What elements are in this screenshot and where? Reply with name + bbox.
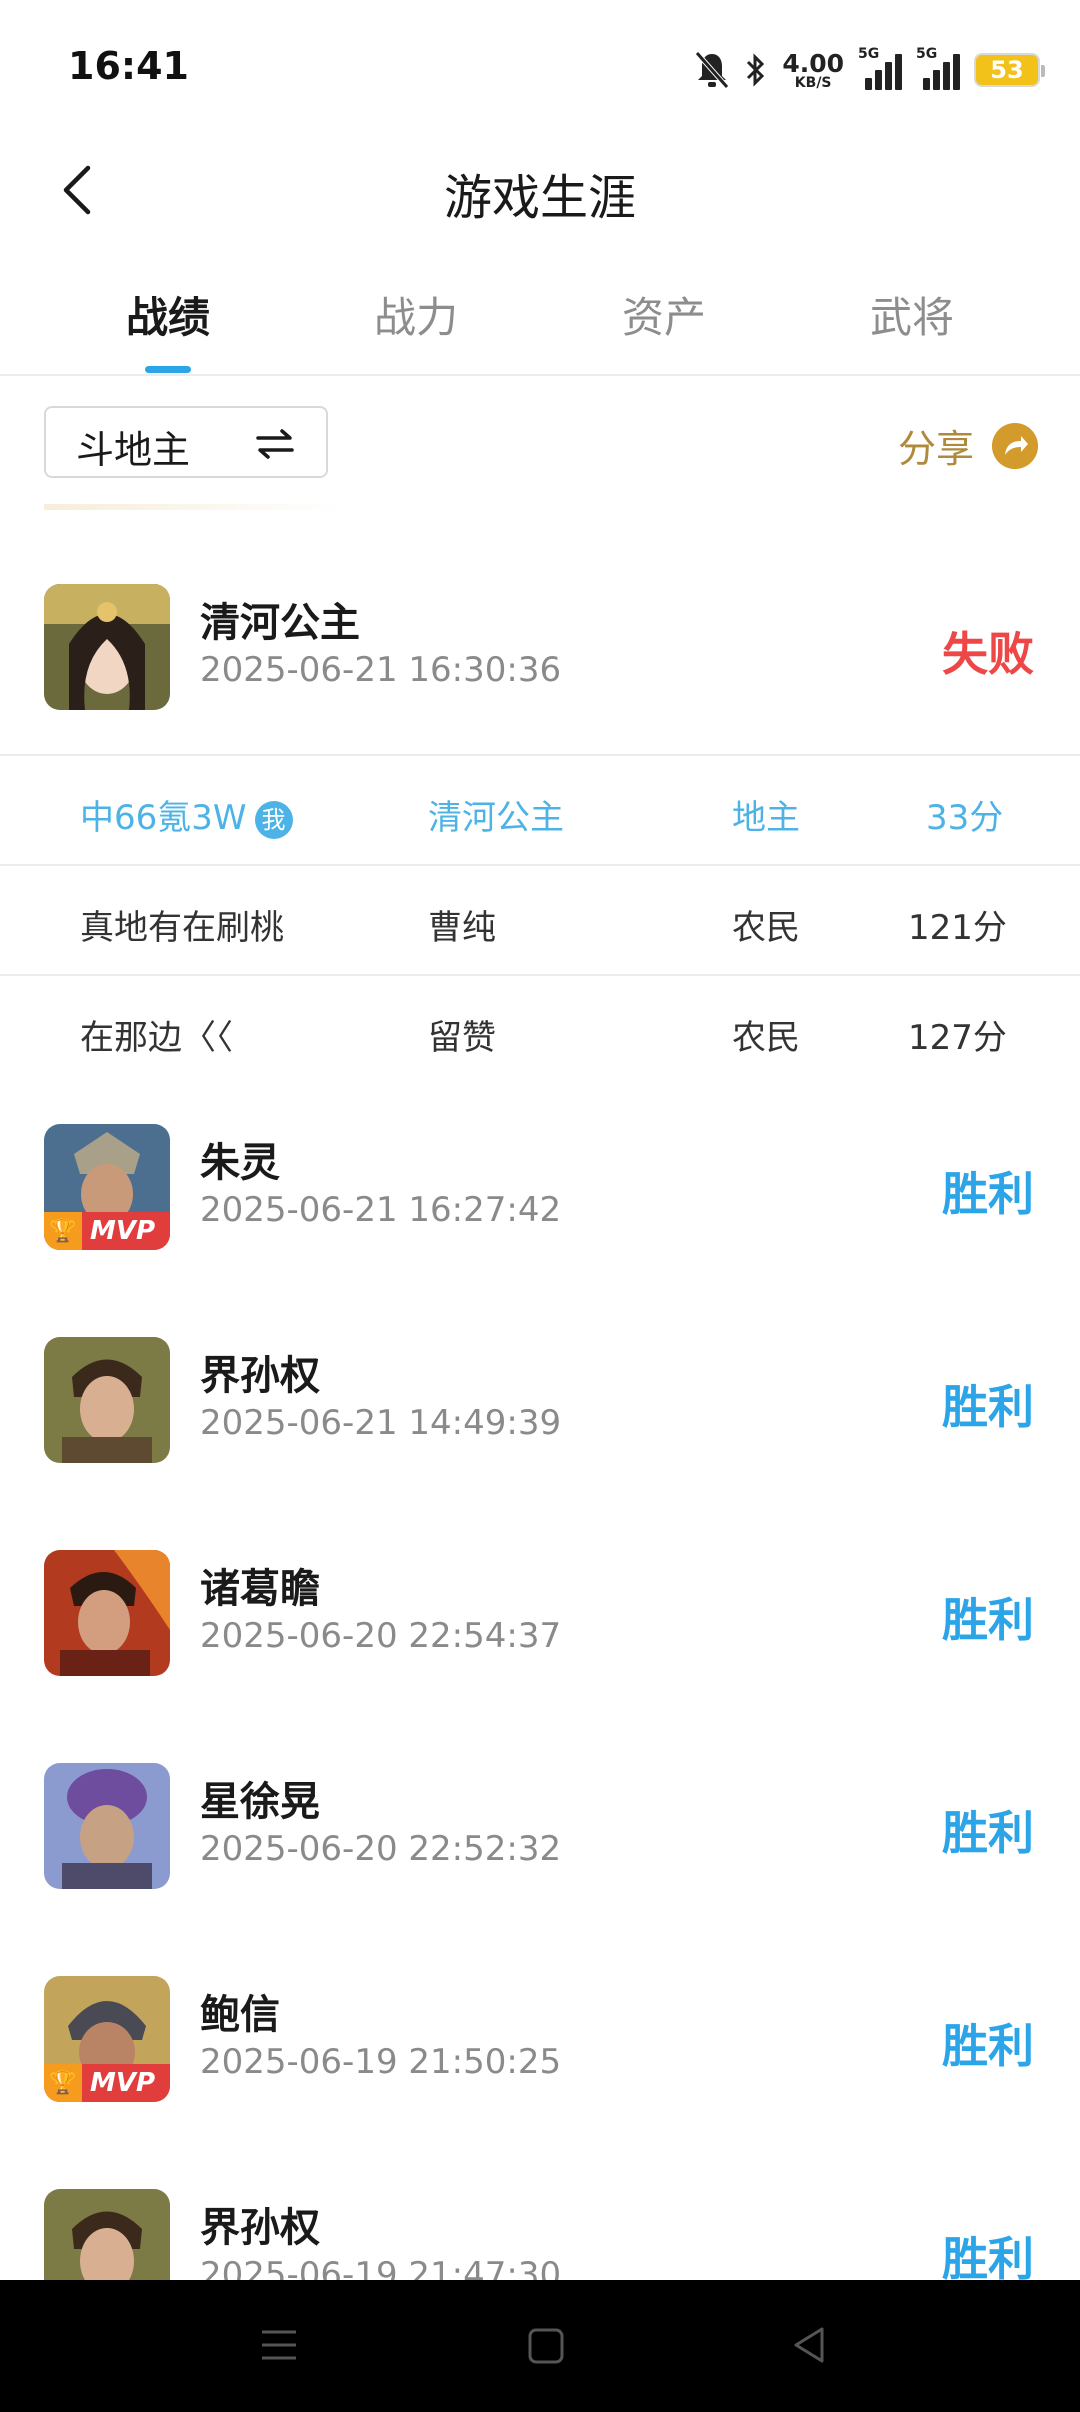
hero-avatar bbox=[44, 1763, 170, 1889]
player-hero: 清河公主 bbox=[428, 798, 564, 838]
player-name: 真地有在刷桃 bbox=[80, 908, 284, 948]
mode-label: 斗地主 bbox=[76, 428, 191, 472]
hero-name: 鲍信 bbox=[200, 1992, 280, 2038]
record-time: 2025-06-20 22:54:37 bbox=[200, 1616, 562, 1656]
record-item[interactable]: 界孙权 2025-06-21 14:49:39 胜利 bbox=[0, 1337, 1080, 1477]
signal-sim2-icon: 5G bbox=[916, 46, 960, 90]
page-title: 游戏生涯 bbox=[443, 170, 636, 226]
tab-generals[interactable]: 武将 bbox=[812, 284, 1012, 345]
trophy-icon: 🏆 bbox=[44, 1212, 82, 1250]
status-bar: 16:41 4.00 KB/S 5G 5G 53 bbox=[0, 0, 1080, 130]
speed-value: 4.00 bbox=[782, 48, 844, 78]
hero-avatar: 🏆 MVP bbox=[44, 1124, 170, 1250]
result-label: 胜利 bbox=[942, 1380, 1034, 1434]
tab-bar: 战绩 战力 资产 武将 bbox=[0, 260, 1080, 376]
signal-sim1-icon: 5G bbox=[858, 46, 902, 90]
back-icon[interactable] bbox=[788, 2324, 830, 2366]
battery-level: 53 bbox=[990, 56, 1024, 84]
network-speed: 4.00 KB/S bbox=[782, 51, 844, 90]
player-hero: 曹纯 bbox=[428, 908, 496, 948]
record-item[interactable]: 星徐晃 2025-06-20 22:52:32 胜利 bbox=[0, 1763, 1080, 1903]
hero-avatar bbox=[44, 1337, 170, 1463]
mvp-badge: 🏆 MVP bbox=[44, 1212, 170, 1250]
hero-avatar bbox=[44, 584, 170, 710]
player-row: 中66氪3W 我 清河公主 地主 33分 bbox=[0, 754, 1080, 864]
sim2-label: 5G bbox=[916, 46, 938, 62]
status-time: 16:41 bbox=[68, 44, 189, 88]
player-row: 在那边〈〈 留赞 农民 127分 bbox=[0, 974, 1080, 1084]
record-item-expanded[interactable]: 清河公主 2025-06-21 16:30:36 失败 bbox=[0, 584, 1080, 724]
speed-unit: KB/S bbox=[794, 74, 832, 91]
bluetooth-icon bbox=[747, 53, 765, 87]
system-nav-bar bbox=[0, 2280, 1080, 2412]
trophy-icon: 🏆 bbox=[44, 2064, 82, 2102]
menu-icon[interactable] bbox=[258, 2324, 300, 2366]
mode-selector[interactable]: 斗地主 bbox=[44, 406, 328, 478]
record-item[interactable]: 🏆 MVP 鲍信 2025-06-19 21:50:25 胜利 bbox=[0, 1976, 1080, 2116]
hero-avatar: 🏆 MVP bbox=[44, 1976, 170, 2102]
player-role: 农民 bbox=[732, 908, 800, 948]
record-item[interactable]: 🏆 MVP 朱灵 2025-06-21 16:27:42 胜利 bbox=[0, 1124, 1080, 1264]
record-time: 2025-06-21 16:27:42 bbox=[200, 1190, 562, 1230]
hero-name: 界孙权 bbox=[200, 2205, 320, 2251]
home-icon[interactable] bbox=[526, 2326, 566, 2366]
result-label: 胜利 bbox=[942, 1593, 1034, 1647]
hero-name: 朱灵 bbox=[200, 1140, 280, 1186]
record-time: 2025-06-21 16:30:36 bbox=[200, 650, 562, 690]
player-hero: 留赞 bbox=[428, 1018, 496, 1058]
player-score: 33分 bbox=[926, 798, 1004, 838]
record-time: 2025-06-19 21:50:25 bbox=[200, 2042, 562, 2082]
record-time: 2025-06-21 14:49:39 bbox=[200, 1403, 562, 1443]
share-arrow-icon bbox=[992, 422, 1038, 469]
hero-name: 界孙权 bbox=[200, 1353, 320, 1399]
hero-name: 星徐晃 bbox=[200, 1779, 320, 1825]
tab-assets[interactable]: 资产 bbox=[564, 284, 764, 345]
battery-icon: 53 bbox=[974, 53, 1045, 87]
tab-power[interactable]: 战力 bbox=[316, 284, 516, 345]
share-button[interactable]: 分享 bbox=[898, 418, 1038, 473]
result-label: 胜利 bbox=[942, 1806, 1034, 1860]
result-label: 失败 bbox=[942, 627, 1034, 681]
mvp-label: MVP bbox=[90, 2068, 156, 2098]
mute-bell-icon bbox=[695, 51, 730, 89]
swap-icon bbox=[256, 429, 294, 459]
share-label: 分享 bbox=[897, 427, 974, 471]
record-time: 2025-06-20 22:52:32 bbox=[200, 1829, 562, 1869]
player-score: 127分 bbox=[908, 1018, 1007, 1058]
mvp-badge: 🏆 MVP bbox=[44, 2064, 170, 2102]
player-name: 中66氪3W 我 bbox=[80, 790, 293, 839]
record-item[interactable]: 诸葛瞻 2025-06-20 22:54:37 胜利 bbox=[0, 1550, 1080, 1690]
player-name-text: 中66氪3W bbox=[80, 798, 247, 838]
hero-name: 诸葛瞻 bbox=[200, 1566, 320, 1612]
player-score: 121分 bbox=[908, 908, 1007, 948]
divider-fade bbox=[44, 504, 344, 510]
result-label: 胜利 bbox=[942, 2019, 1034, 2073]
tab-active-indicator bbox=[145, 366, 191, 373]
hero-avatar bbox=[44, 1550, 170, 1676]
result-label: 胜利 bbox=[942, 1167, 1034, 1221]
status-icons: 4.00 KB/S 5G 5G 53 bbox=[680, 40, 1045, 100]
player-role: 农民 bbox=[732, 1018, 800, 1058]
hero-name: 清河公主 bbox=[200, 600, 360, 646]
player-role: 地主 bbox=[732, 798, 800, 838]
player-name: 在那边〈〈 bbox=[80, 1018, 233, 1058]
player-row: 真地有在刷桃 曹纯 农民 121分 bbox=[0, 864, 1080, 974]
title-bar: 游戏生涯 bbox=[0, 130, 1080, 250]
sim1-label: 5G bbox=[858, 46, 880, 62]
tab-record[interactable]: 战绩 bbox=[68, 284, 268, 345]
me-badge: 我 bbox=[254, 800, 293, 839]
mvp-label: MVP bbox=[90, 1216, 156, 1246]
